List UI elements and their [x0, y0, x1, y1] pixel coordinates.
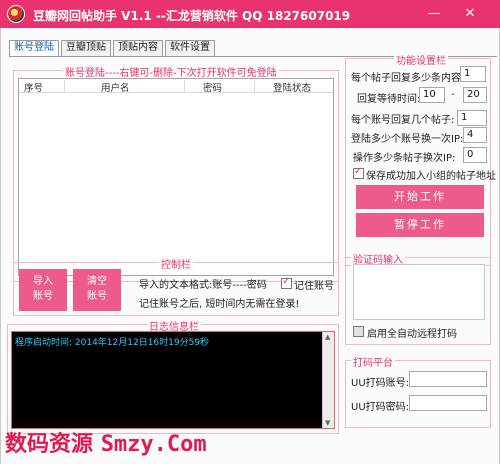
save-group-url-checkbox[interactable]: [353, 166, 364, 179]
minimize-button[interactable]: —: [424, 4, 444, 24]
login-group-title: 账号登陆----右键可-删除-下次打开软件可免登陆: [63, 64, 279, 79]
import-accounts-label: 导入账号: [33, 276, 53, 302]
tab-software-settings[interactable]: 软件设置: [165, 40, 215, 56]
remember-note-text: 记住账号之后, 短时间内无需在登录!: [139, 299, 300, 310]
account-list[interactable]: 序号 用户名 密码 登陆状态: [18, 78, 334, 276]
captcha-image-box[interactable]: [353, 264, 485, 320]
reply-interval-max-field[interactable]: 20: [463, 87, 487, 103]
tab-douban-bump[interactable]: 豆瓣顶贴: [61, 40, 111, 56]
uu-password-field[interactable]: [409, 395, 487, 411]
watermark-cn: 数码资源: [5, 431, 94, 457]
app-logo-icon: [7, 5, 25, 23]
site-watermark: 数码资源 Smzy.Com: [5, 426, 207, 458]
accounts-per-post-field[interactable]: 1: [457, 110, 487, 126]
replies-per-post-label: 每个帖子回复多少条内容:: [351, 73, 465, 84]
switch-ip-accounts-field[interactable]: 4: [463, 127, 487, 143]
column-header-password[interactable]: 密码: [203, 80, 222, 94]
remember-account-checkbox[interactable]: [281, 276, 292, 289]
column-separator: [184, 80, 185, 92]
scroll-down-icon[interactable]: ▼: [325, 419, 330, 427]
reply-interval-label: 回复等待时间:: [357, 94, 421, 105]
accounts-per-post-label: 每个账号回复几个帖子:: [351, 115, 455, 126]
log-line: 程序启动时间: 2014年12月12日16时19分59秒: [15, 338, 210, 348]
dama-group-title: 打码平台: [351, 354, 395, 369]
uu-account-label: UU打码账号:: [351, 378, 410, 389]
log-scrollbar[interactable]: ▲ ▼: [322, 332, 334, 428]
save-group-url-label: 保存成功加入小组的帖子地址: [366, 171, 496, 182]
auto-remote-captcha-label: 启用全自动远程打码: [367, 329, 457, 340]
uu-account-field[interactable]: [409, 371, 487, 387]
column-separator: [254, 80, 255, 92]
main-window: 账号登陆 豆瓣顶贴 顶贴内容 软件设置 账号登陆----右键可-删除-下次打开软…: [0, 28, 500, 464]
column-separator: [64, 80, 65, 92]
log-output[interactable]: 程序启动时间: 2014年12月12日16时19分59秒 ▲ ▼: [11, 331, 335, 429]
settings-group-title: 功能设置栏: [394, 52, 448, 67]
window-title: 豆瓣网回帖助手 V1.1 --汇龙营销软件 QQ 1827607019: [33, 9, 351, 23]
pause-work-button[interactable]: 暂停工作: [356, 213, 484, 237]
watermark-en: Smzy.Com: [100, 432, 207, 457]
import-accounts-button[interactable]: 导入账号: [19, 269, 67, 311]
column-header-index[interactable]: 序号: [24, 80, 43, 94]
clear-accounts-label: 清空账号: [87, 276, 107, 302]
tab-bump-content[interactable]: 顶贴内容: [113, 40, 163, 56]
start-work-button[interactable]: 开始工作: [356, 185, 484, 209]
reply-interval-dash: -: [451, 89, 455, 100]
remember-account-label: 记住账号: [294, 281, 334, 292]
tab-account-login[interactable]: 账号登陆: [9, 40, 59, 57]
column-header-status[interactable]: 登陆状态: [273, 80, 311, 94]
switch-ip-posts-label: 操作多少条帖子换次IP:: [353, 153, 456, 164]
column-header-username[interactable]: 用户名: [101, 80, 130, 94]
close-button[interactable]: ✕: [460, 4, 480, 24]
replies-per-post-field[interactable]: 1: [460, 66, 486, 82]
scroll-up-icon[interactable]: ▲: [325, 333, 330, 341]
reply-interval-min-field[interactable]: 10: [419, 87, 445, 103]
switch-ip-accounts-label: 登陆多少个账号换一次IP:: [351, 134, 464, 145]
clear-accounts-button[interactable]: 清空账号: [73, 269, 121, 311]
switch-ip-posts-field[interactable]: 0: [463, 147, 487, 163]
auto-remote-captcha-checkbox[interactable]: [353, 326, 364, 337]
import-format-text: 导入的文本格式:账号----密码: [139, 280, 267, 291]
account-list-header: 序号 用户名 密码 登陆状态: [19, 79, 333, 94]
control-group-title: 控制栏: [159, 256, 193, 271]
uu-password-label: UU打码密码:: [351, 402, 410, 413]
title-bar: 豆瓣网回帖助手 V1.1 --汇龙营销软件 QQ 1827607019 — ✕: [0, 0, 500, 28]
